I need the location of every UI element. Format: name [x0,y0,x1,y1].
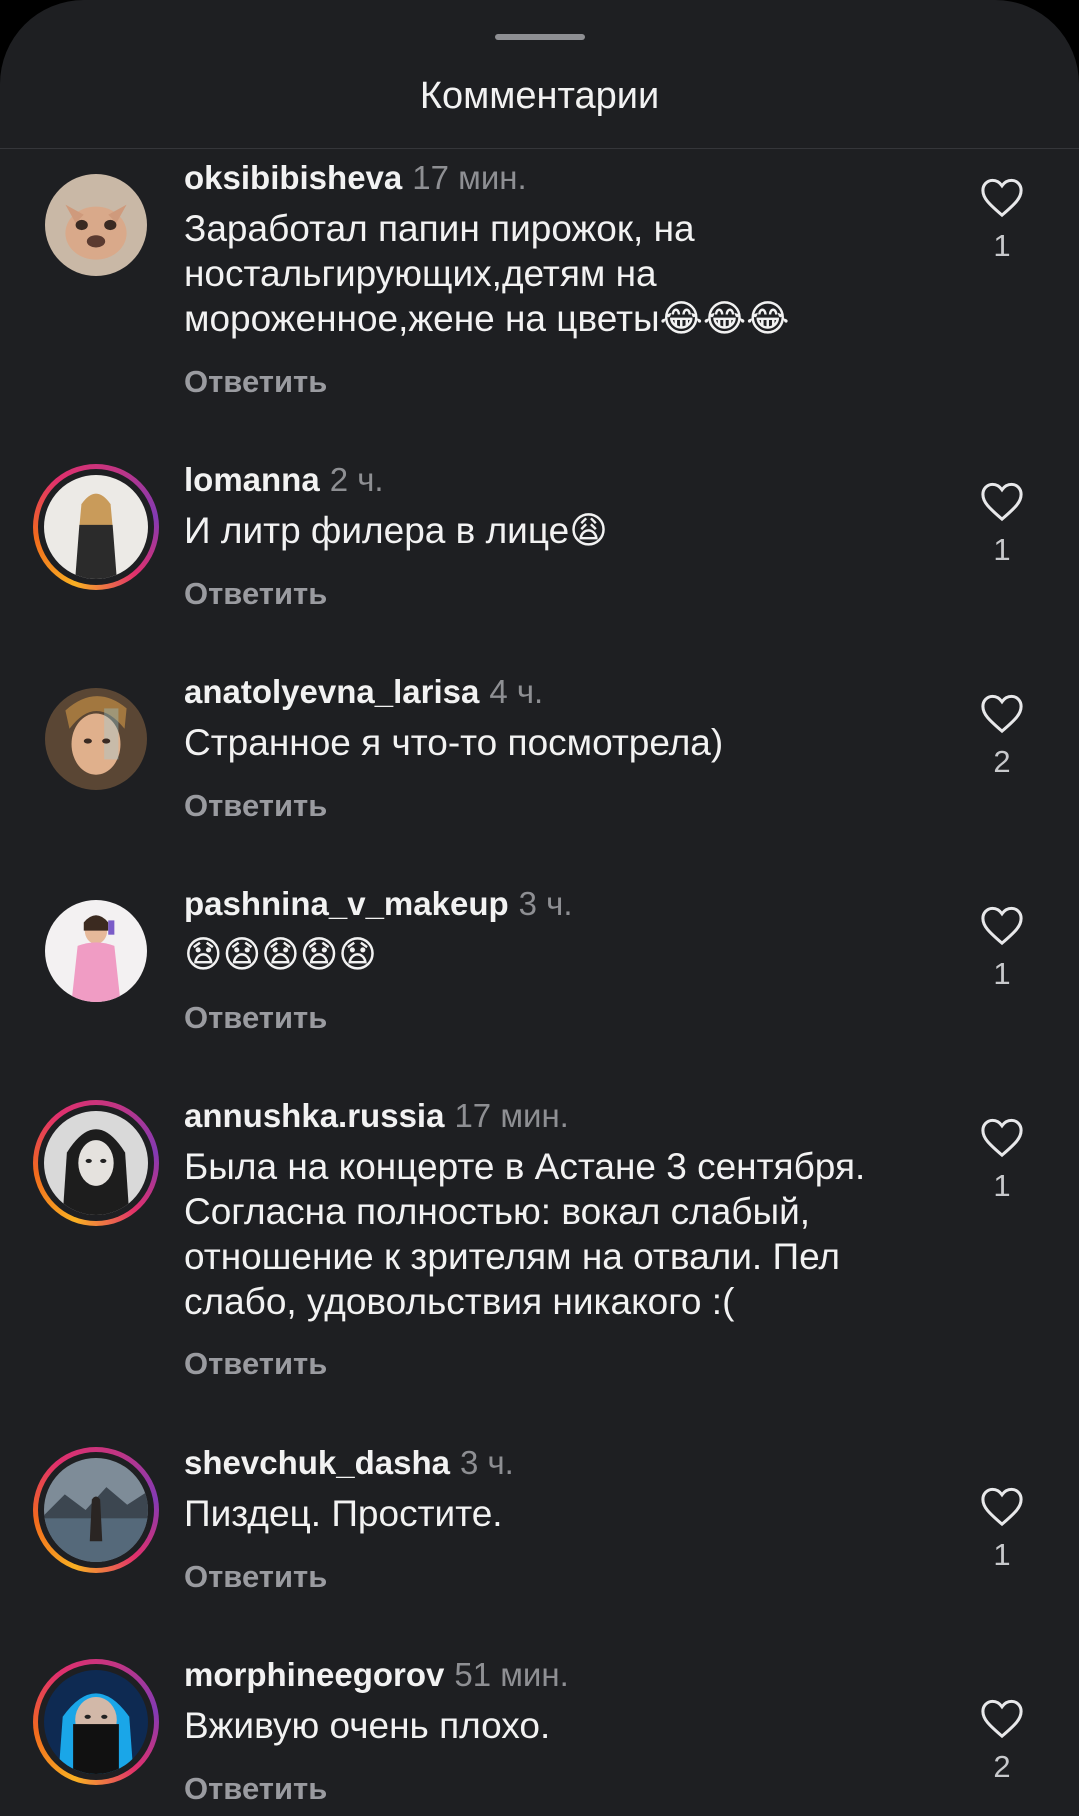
username[interactable]: morphineegorov [184,1656,444,1693]
username[interactable]: shevchuk_dasha [184,1444,450,1481]
like-count: 1 [993,1537,1011,1572]
comment-text: Была на концерте в Астане 3 сентября. Со… [184,1146,866,1322]
username[interactable]: annushka.russia [184,1097,444,1134]
avatar[interactable] [33,464,159,590]
heart-outline-icon [981,1118,1023,1158]
like-count: 1 [993,532,1011,567]
comment-header: annushka.russia 17 мин. [184,1094,569,1138]
reply-button[interactable]: Ответить [184,362,327,402]
reply-button[interactable]: Ответить [184,786,327,826]
timestamp: 51 мин. [454,1656,569,1693]
timestamp: 17 мин. [412,159,527,196]
heart-outline-icon [981,178,1023,218]
page-title: Комментарии [419,75,660,117]
like-count: 1 [993,1168,1011,1203]
comment-text: 😧😧😧😧😧 [184,934,377,975]
comments-sheet: Комментарии oksibibisheva 17 мин. Заработ… [0,0,1079,1816]
username[interactable]: anatolyevna_larisa [184,673,479,710]
like-button[interactable]: 1 [972,904,1032,994]
comment-text: Странное я что-то посмотрела) [184,722,724,763]
heart-outline-icon [981,694,1023,734]
heart-outline-icon [981,1699,1023,1739]
comment-header: oksibibisheva 17 мин. [184,156,527,200]
timestamp: 3 ч. [518,885,573,922]
like-count: 1 [993,956,1011,991]
comment-header: shevchuk_dasha 3 ч. [184,1441,514,1485]
reply-button[interactable]: Ответить [184,574,327,614]
like-button[interactable]: 1 [972,1116,1032,1206]
timestamp: 3 ч. [459,1444,514,1481]
like-button[interactable]: 1 [972,1485,1032,1575]
like-button[interactable]: 1 [972,176,1032,266]
comment-header: morphineegorov 51 мин. [184,1653,569,1697]
heart-outline-icon [981,906,1023,946]
reply-button[interactable]: Ответить [184,1344,327,1384]
like-button[interactable]: 1 [972,480,1032,570]
comment-header: pashnina_v_makeup 3 ч. [184,882,573,926]
heart-outline-icon [981,1487,1023,1527]
reply-button[interactable]: Ответить [184,998,327,1038]
reply-button[interactable]: Ответить [184,1557,327,1597]
header-divider [0,148,1079,149]
avatar[interactable] [33,1659,159,1785]
comment-text: Пиздец. Простите. [184,1493,503,1534]
like-button[interactable]: 2 [972,1697,1032,1787]
username[interactable]: lomanna [184,461,320,498]
username[interactable]: pashnina_v_makeup [184,885,509,922]
avatar[interactable] [45,900,147,1002]
comment-text: И литр филера в лице😩 [184,510,608,551]
like-button[interactable]: 2 [972,692,1032,782]
drag-handle[interactable] [495,34,585,40]
username[interactable]: oksibibisheva [184,159,402,196]
timestamp: 4 ч. [489,673,544,710]
heart-outline-icon [981,482,1023,522]
comment-header: anatolyevna_larisa 4 ч. [184,670,543,714]
comment-header: lomanna 2 ч. [184,458,384,502]
reply-button[interactable]: Ответить [184,1769,327,1809]
timestamp: 17 мин. [454,1097,569,1134]
like-count: 2 [993,744,1011,779]
avatar[interactable] [45,174,147,276]
avatar[interactable] [33,1447,159,1573]
comment-text: Заработал папин пирожок, на ностальгирую… [184,208,790,339]
comment-text: Вживую очень плохо. [184,1705,551,1746]
timestamp: 2 ч. [329,461,384,498]
like-count: 1 [993,228,1011,263]
avatar[interactable] [45,688,147,790]
like-count: 2 [993,1749,1011,1784]
avatar[interactable] [33,1100,159,1226]
